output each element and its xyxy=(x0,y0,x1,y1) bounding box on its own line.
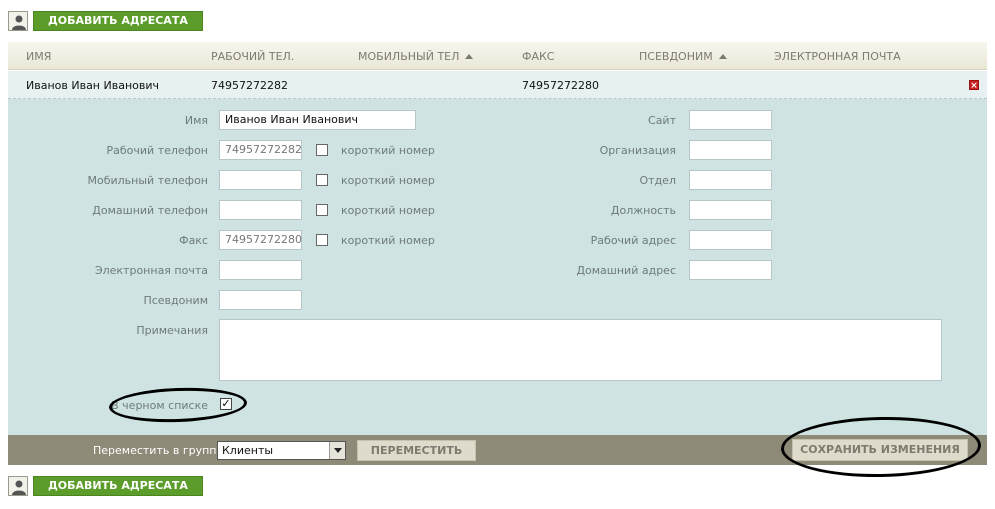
work-phone-label: Рабочий телефон xyxy=(106,144,208,157)
user-icon xyxy=(8,476,28,496)
row-work-phone: 74957272282 xyxy=(211,79,288,92)
add-contact-bar-top: ДОБАВИТЬ АДРЕСАТА xyxy=(8,10,203,32)
fax-input[interactable]: 74957272280 xyxy=(219,230,302,250)
department-label: Отдел xyxy=(639,174,676,187)
add-contact-button[interactable]: ДОБАВИТЬ АДРЕСАТА xyxy=(33,11,203,31)
mobile-phone-label: Мобильный телефон xyxy=(87,174,209,187)
email-input[interactable] xyxy=(219,260,302,280)
contact-edit-form: Имя Иванов Иван Иванович Рабочий телефон… xyxy=(8,99,987,435)
table-row[interactable]: Иванов Иван Иванович 74957272282 7495727… xyxy=(8,71,987,99)
department-input[interactable] xyxy=(689,170,772,190)
move-to-group-label: Переместить в группу xyxy=(93,444,223,457)
mobile-phone-short-checkbox[interactable] xyxy=(316,174,328,186)
column-header-email[interactable]: ЭЛЕКТРОННАЯ ПОЧТА xyxy=(774,50,901,63)
fax-short-checkbox[interactable] xyxy=(316,234,328,246)
user-icon xyxy=(8,11,28,31)
mobile-phone-input[interactable] xyxy=(219,170,302,190)
work-address-label: Рабочий адрес xyxy=(590,234,676,247)
group-select-value: Клиенты xyxy=(222,444,274,457)
nickname-label: Псевдоним xyxy=(143,294,208,307)
sort-arrow-icon xyxy=(718,54,727,59)
row-name: Иванов Иван Иванович xyxy=(26,79,159,92)
name-input[interactable]: Иванов Иван Иванович xyxy=(219,110,416,130)
row-fax: 74957272280 xyxy=(522,79,599,92)
fax-label: Факс xyxy=(179,234,208,247)
work-address-input[interactable] xyxy=(689,230,772,250)
group-select[interactable]: Клиенты xyxy=(217,441,346,460)
email-label: Электронная почта xyxy=(94,264,208,277)
column-header-nickname[interactable]: ПСЕВДОНИМ xyxy=(639,50,727,63)
home-address-label: Домашний адрес xyxy=(576,264,676,277)
home-phone-label: Домашний телефон xyxy=(92,204,208,217)
work-phone-short-checkbox[interactable] xyxy=(316,144,328,156)
column-header-name[interactable]: ИМЯ xyxy=(26,50,51,63)
home-phone-input[interactable] xyxy=(219,200,302,220)
column-header-mobile-phone[interactable]: МОБИЛЬНЫЙ ТЕЛ xyxy=(358,50,474,63)
move-button[interactable]: ПЕРЕМЕСТИТЬ xyxy=(357,440,476,461)
dropdown-arrow-icon[interactable] xyxy=(329,442,345,459)
add-contact-button[interactable]: ДОБАВИТЬ АДРЕСАТА xyxy=(33,476,203,496)
home-address-input[interactable] xyxy=(689,260,772,280)
position-input[interactable] xyxy=(689,200,772,220)
nickname-input[interactable] xyxy=(219,290,302,310)
highlight-circle xyxy=(108,385,248,425)
notes-label: Примечания xyxy=(136,324,208,337)
name-label: Имя xyxy=(184,114,208,127)
column-header-fax[interactable]: ФАКС xyxy=(522,50,554,63)
notes-textarea[interactable] xyxy=(219,319,942,381)
column-header-work-phone[interactable]: РАБОЧИЙ ТЕЛ. xyxy=(211,50,294,63)
organization-label: Организация xyxy=(599,144,676,157)
site-input[interactable] xyxy=(689,110,772,130)
home-phone-short-checkbox[interactable] xyxy=(316,204,328,216)
position-label: Должность xyxy=(610,204,676,217)
sort-arrow-icon xyxy=(465,54,474,59)
contacts-table-header: ИМЯ РАБОЧИЙ ТЕЛ. МОБИЛЬНЫЙ ТЕЛ ФАКС ПСЕВ… xyxy=(8,42,987,70)
organization-input[interactable] xyxy=(689,140,772,160)
work-phone-input[interactable]: 74957272282 xyxy=(219,140,302,160)
site-label: Сайт xyxy=(648,114,676,127)
delete-icon[interactable]: × xyxy=(969,80,979,91)
add-contact-bar-bottom: ДОБАВИТЬ АДРЕСАТА xyxy=(8,475,203,497)
